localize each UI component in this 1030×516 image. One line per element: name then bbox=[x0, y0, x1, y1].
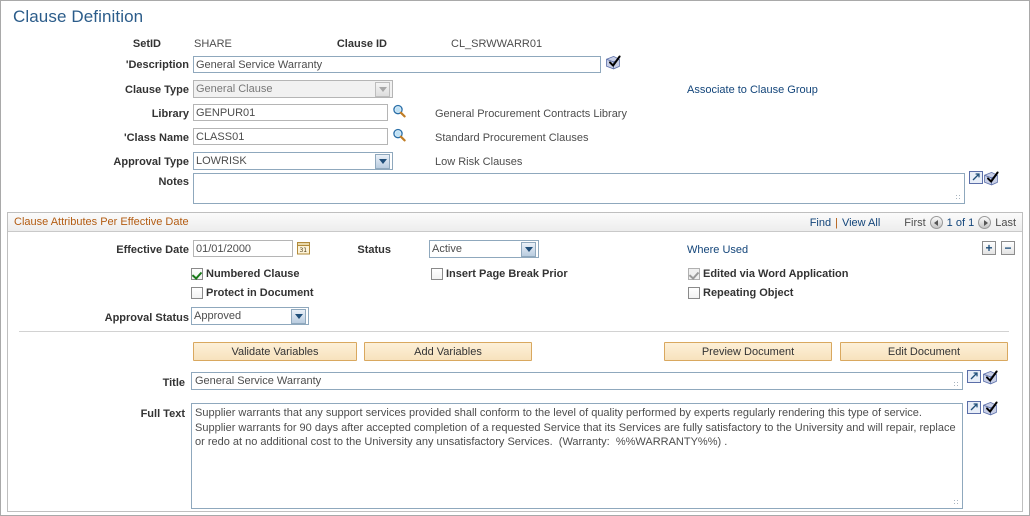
clause-definition-page: Clause Definition SetID SHARE Clause ID … bbox=[0, 0, 1030, 516]
checkbox-repeating-object[interactable]: Repeating Object bbox=[688, 287, 793, 299]
row-count: 1 of 1 bbox=[946, 216, 975, 229]
resize-grip-notes[interactable] bbox=[955, 194, 963, 202]
library-input[interactable] bbox=[193, 104, 388, 121]
notes-textarea[interactable] bbox=[193, 173, 965, 204]
clause-type-value: General Clause bbox=[196, 83, 273, 95]
spellcheck-icon-notes[interactable] bbox=[983, 171, 999, 186]
delete-row-button[interactable]: − bbox=[1001, 241, 1015, 255]
last-link[interactable]: Last bbox=[995, 217, 1016, 229]
preview-document-button[interactable]: Preview Document bbox=[664, 342, 832, 361]
page-title: Clause Definition bbox=[13, 7, 144, 26]
full-text-textarea[interactable]: Supplier warrants that any support servi… bbox=[191, 403, 963, 509]
checkbox-insert-page-break-prior[interactable]: Insert Page Break Prior bbox=[431, 268, 568, 280]
approval-type-select[interactable]: LOWRISK bbox=[193, 152, 393, 170]
nav-separator: | bbox=[835, 216, 838, 229]
checkbox-label: Edited via Word Application bbox=[703, 268, 849, 280]
class-name-description: Standard Procurement Clauses bbox=[435, 132, 589, 144]
where-used-link[interactable]: Where Used bbox=[687, 244, 748, 256]
chevron-down-icon bbox=[375, 81, 390, 97]
clause-attributes-title: Clause Attributes Per Effective Date bbox=[14, 216, 189, 228]
checkbox-box[interactable] bbox=[191, 268, 203, 280]
lookup-icon-class-name[interactable] bbox=[392, 128, 406, 142]
next-row-icon[interactable] bbox=[978, 216, 992, 229]
title-field-label: Title bbox=[162, 377, 185, 389]
checkbox-label: Numbered Clause bbox=[206, 268, 300, 280]
effective-date-input[interactable] bbox=[193, 240, 293, 257]
status-select[interactable]: Active bbox=[429, 240, 539, 258]
setid-value: SHARE bbox=[194, 38, 232, 50]
approval-type-label: Approval Type bbox=[113, 156, 189, 168]
full-text-label: Full Text bbox=[140, 408, 185, 420]
description-input[interactable] bbox=[193, 56, 601, 73]
checkbox-protect-in-document[interactable]: Protect in Document bbox=[191, 287, 314, 299]
title-textarea[interactable]: General Service Warranty bbox=[191, 372, 963, 390]
grid-navigation: Find | View All First 1 of 1 Last bbox=[810, 213, 1016, 232]
expand-icon-notes[interactable] bbox=[969, 171, 983, 184]
add-variables-button[interactable]: Add Variables bbox=[364, 342, 532, 361]
status-label: Status bbox=[357, 244, 391, 256]
approval-type-description: Low Risk Clauses bbox=[435, 156, 523, 168]
clause-type-label: Clause Type bbox=[125, 84, 189, 96]
effective-date-label: Effective Date bbox=[116, 244, 189, 256]
section-divider bbox=[19, 331, 1009, 332]
view-all-link[interactable]: View All bbox=[842, 217, 880, 229]
clause-id-value: CL_SRWWARR01 bbox=[451, 38, 543, 50]
checkbox-edited-via-word-application: Edited via Word Application bbox=[688, 268, 848, 280]
library-label: Library bbox=[151, 108, 189, 120]
resize-grip-full-text[interactable] bbox=[953, 499, 961, 507]
checkbox-label: Repeating Object bbox=[703, 287, 794, 299]
class-name-label: 'Class Name bbox=[124, 132, 189, 144]
chevron-down-icon bbox=[375, 153, 390, 169]
svg-text:31: 31 bbox=[299, 247, 307, 254]
checkbox-box[interactable] bbox=[191, 287, 203, 299]
expand-icon-title[interactable] bbox=[967, 370, 981, 383]
validate-variables-button[interactable]: Validate Variables bbox=[193, 342, 357, 361]
approval-status-select[interactable]: Approved bbox=[191, 307, 309, 325]
checkbox-label: Insert Page Break Prior bbox=[446, 268, 568, 280]
library-description: General Procurement Contracts Library bbox=[435, 108, 627, 120]
approval-type-value: LOWRISK bbox=[196, 155, 247, 167]
clause-attributes-header: Clause Attributes Per Effective Date Fin… bbox=[8, 213, 1022, 232]
checkbox-box[interactable] bbox=[431, 268, 443, 280]
spellcheck-icon-full-text[interactable] bbox=[982, 401, 998, 416]
resize-grip-title[interactable] bbox=[953, 381, 961, 389]
edit-document-button[interactable]: Edit Document bbox=[840, 342, 1008, 361]
first-link[interactable]: First bbox=[904, 217, 925, 229]
checkbox-numbered-clause[interactable]: Numbered Clause bbox=[191, 268, 300, 280]
status-value: Active bbox=[432, 243, 462, 255]
spellcheck-icon-title[interactable] bbox=[982, 370, 998, 385]
add-row-button[interactable]: + bbox=[982, 241, 996, 255]
find-link[interactable]: Find bbox=[810, 217, 831, 229]
checkbox-box bbox=[688, 268, 700, 280]
checkbox-box[interactable] bbox=[688, 287, 700, 299]
previous-row-icon[interactable] bbox=[929, 216, 943, 229]
setid-label: SetID bbox=[132, 38, 161, 50]
spellcheck-icon-description[interactable] bbox=[605, 55, 621, 70]
description-label: 'Description bbox=[125, 59, 189, 71]
calendar-icon[interactable]: 31 bbox=[297, 241, 310, 255]
clause-type-select[interactable]: General Clause bbox=[193, 80, 393, 98]
chevron-down-icon bbox=[291, 308, 306, 324]
approval-status-label: Approval Status bbox=[104, 312, 189, 324]
checkbox-label: Protect in Document bbox=[206, 287, 314, 299]
associate-to-clause-group-link[interactable]: Associate to Clause Group bbox=[687, 84, 818, 96]
clause-id-label: Clause ID bbox=[336, 38, 387, 50]
approval-status-value: Approved bbox=[194, 310, 242, 322]
lookup-icon-library[interactable] bbox=[392, 104, 406, 118]
notes-label: Notes bbox=[158, 176, 189, 188]
chevron-down-icon bbox=[521, 241, 536, 257]
expand-icon-full-text[interactable] bbox=[967, 401, 981, 414]
class-name-input[interactable] bbox=[193, 128, 388, 145]
